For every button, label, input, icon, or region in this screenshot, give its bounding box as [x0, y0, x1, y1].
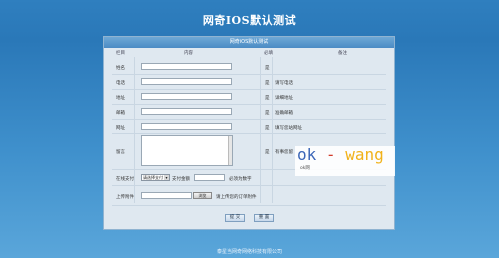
name-label: 姓名 — [116, 66, 125, 71]
watermark-logo: ok - wang — [297, 146, 384, 164]
page-title: 网奇IOS默认测试 — [202, 14, 297, 27]
column-headers: 栏目 内容 必填 备注 — [104, 50, 394, 57]
upload-label: 上传附件 — [116, 195, 134, 200]
watermark-text-dash: - — [325, 145, 336, 164]
name-input[interactable] — [141, 63, 232, 70]
dropdown-arrow-icon[interactable]: ▾ — [164, 175, 169, 180]
address-label: 地址 — [116, 96, 125, 101]
row-address: 地址 是 详细地址 — [104, 91, 394, 104]
watermark-text-ok: ok — [297, 145, 317, 164]
message-note: 有事您留 — [275, 150, 293, 155]
message-label: 留言 — [116, 150, 125, 155]
row-divider — [112, 74, 386, 75]
website-input[interactable] — [141, 123, 232, 130]
amount-label: 支付金额 — [172, 177, 190, 182]
upload-hint: 请上传您的订单附件 — [216, 195, 257, 200]
name-required: 是 — [265, 66, 270, 71]
payment-method-value: 请选择支付 — [143, 175, 163, 180]
payment-label: 在线支付 — [116, 177, 134, 182]
scrollbar[interactable] — [228, 136, 232, 165]
row-email: 邮箱 是 准确邮箱 — [104, 106, 394, 119]
footer-copyright: 泰星当网奇网络科技有限公司 — [216, 249, 282, 255]
amount-input[interactable] — [194, 174, 225, 181]
row-divider — [112, 185, 386, 186]
email-note: 准确邮箱 — [275, 111, 293, 116]
browse-button[interactable]: 浏览 — [193, 192, 212, 199]
website-label: 网址 — [116, 126, 125, 131]
row-divider — [112, 89, 386, 90]
phone-note: 请写电话 — [275, 81, 293, 86]
watermark-text-wang: wang — [345, 145, 384, 164]
column-header-content: 内容 — [184, 51, 193, 56]
column-header-required: 必填 — [264, 51, 273, 56]
website-required: 是 — [265, 126, 270, 131]
email-label: 邮箱 — [116, 111, 125, 116]
address-required: 是 — [265, 96, 270, 101]
column-header-note: 备注 — [338, 51, 347, 56]
row-divider — [112, 205, 386, 206]
message-required: 是 — [265, 150, 270, 155]
row-phone: 电话 是 请写电话 — [104, 76, 394, 89]
watermark-subtitle: ok网 — [300, 166, 310, 171]
row-divider — [112, 133, 386, 134]
row-name: 姓名 是 — [104, 61, 394, 74]
amount-hint: 必须为数字 — [229, 177, 252, 182]
form-panel: 网奇iOS默认测试 栏目 内容 必填 备注 姓名 是 电话 是 请写电话 地址 … — [103, 36, 395, 230]
column-header-field: 栏目 — [116, 51, 125, 56]
file-path-input[interactable] — [141, 192, 192, 199]
phone-label: 电话 — [116, 81, 125, 86]
email-required: 是 — [265, 111, 270, 116]
reset-button[interactable]: 重 置 — [254, 214, 274, 222]
row-divider — [112, 119, 386, 120]
payment-method-select[interactable]: 请选择支付 ▾ — [141, 174, 170, 181]
phone-input[interactable] — [141, 78, 232, 85]
panel-header: 网奇iOS默认测试 — [104, 37, 394, 48]
submit-button[interactable]: 提 交 — [225, 214, 245, 222]
message-textarea[interactable] — [141, 135, 233, 166]
address-note: 详细地址 — [275, 96, 293, 101]
phone-required: 是 — [265, 81, 270, 86]
address-input[interactable] — [141, 93, 232, 100]
email-input[interactable] — [141, 108, 232, 115]
row-divider — [112, 104, 386, 105]
watermark: ok - wang ok网 — [295, 146, 395, 176]
website-note: 填写您站网址 — [275, 126, 302, 131]
